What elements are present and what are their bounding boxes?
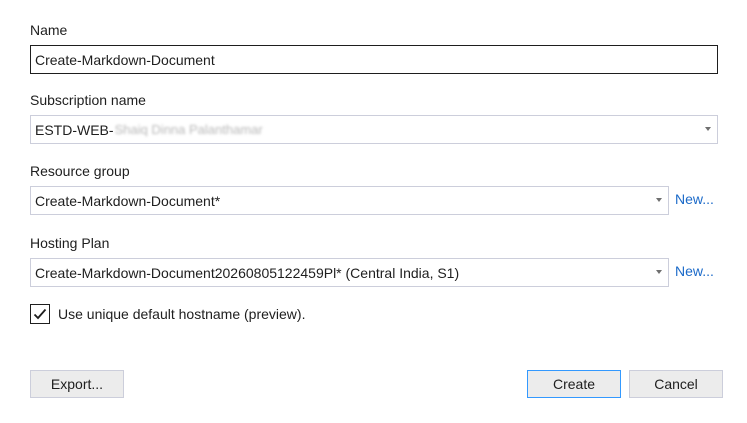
unique-hostname-checkbox[interactable] bbox=[30, 304, 50, 324]
cancel-button[interactable]: Cancel bbox=[629, 370, 723, 398]
create-app-service-dialog: Name Create-Markdown-Document Subscripti… bbox=[0, 0, 747, 423]
name-field[interactable]: Create-Markdown-Document bbox=[30, 45, 718, 74]
hosting-plan-value: Create-Markdown-Document20260805122459Pl… bbox=[35, 264, 460, 281]
resource-group-dropdown[interactable]: Create-Markdown-Document* bbox=[30, 186, 669, 215]
chevron-down-icon bbox=[656, 270, 662, 274]
subscription-label: Subscription name bbox=[30, 92, 146, 108]
name-field-value: Create-Markdown-Document bbox=[35, 51, 215, 68]
hosting-plan-new-link[interactable]: New... bbox=[675, 263, 714, 279]
subscription-value: ESTD-WEB- bbox=[35, 121, 114, 138]
resource-group-value: Create-Markdown-Document* bbox=[35, 192, 221, 209]
resource-group-new-link[interactable]: New... bbox=[675, 191, 714, 207]
hosting-plan-dropdown[interactable]: Create-Markdown-Document20260805122459Pl… bbox=[30, 258, 669, 287]
chevron-down-icon bbox=[656, 198, 662, 202]
checkmark-icon bbox=[33, 308, 47, 320]
unique-hostname-label: Use unique default hostname (preview). bbox=[58, 306, 306, 322]
name-label: Name bbox=[30, 22, 68, 38]
chevron-down-icon bbox=[705, 127, 711, 131]
create-button[interactable]: Create bbox=[527, 370, 621, 398]
export-button[interactable]: Export... bbox=[30, 370, 124, 398]
hosting-plan-label: Hosting Plan bbox=[30, 235, 110, 251]
subscription-value-redacted: Shaiq Dinna Palanthamar bbox=[114, 122, 263, 137]
resource-group-label: Resource group bbox=[30, 163, 130, 179]
subscription-dropdown[interactable]: ESTD-WEB- Shaiq Dinna Palanthamar bbox=[30, 115, 718, 144]
